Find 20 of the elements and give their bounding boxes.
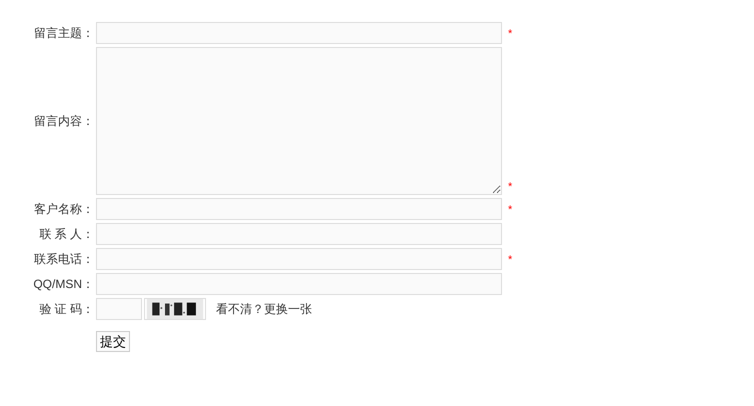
message-textarea[interactable] [96, 47, 502, 195]
input-field[interactable] [96, 198, 502, 220]
submit-button[interactable]: 提交 [96, 331, 130, 352]
field-label: 验 证 码： [38, 301, 94, 318]
input-field[interactable] [96, 248, 502, 270]
input-field[interactable] [96, 223, 502, 245]
captcha-field[interactable] [96, 298, 142, 320]
field-label: 联系电话： [33, 251, 94, 268]
refresh-captcha-link[interactable]: 看不清？更换一张 [216, 300, 312, 318]
required-mark: * [508, 204, 512, 216]
input-field[interactable] [96, 22, 502, 44]
field-label: QQ/MSN： [32, 276, 94, 293]
field-label: 客户名称： [33, 201, 94, 218]
required-mark: * [508, 254, 512, 266]
required-mark: * [508, 180, 512, 192]
input-field[interactable] [96, 273, 502, 295]
field-label: 留言主题： [33, 25, 94, 42]
field-label: 联 系 人： [38, 226, 94, 243]
field-label: 留言内容： [33, 113, 94, 130]
required-mark: * [508, 28, 512, 40]
